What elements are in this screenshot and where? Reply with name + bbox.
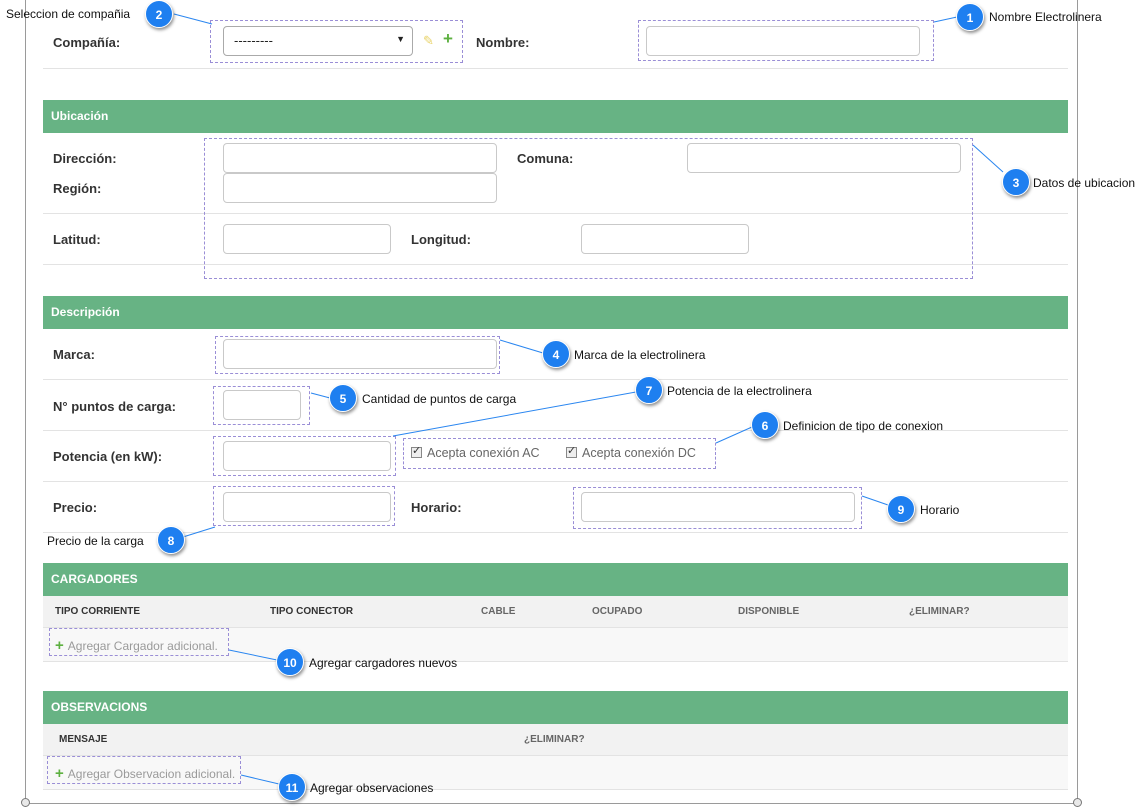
callout-badge-11: 11 — [278, 773, 306, 801]
callout-text-10: Agregar cargadores nuevos — [309, 656, 458, 670]
description-section-header: Descripción — [43, 296, 1068, 329]
charge-points-label: N° puntos de carga: — [53, 399, 176, 414]
callout-text-8: Precio de la carga — [47, 534, 144, 548]
highlight-company — [210, 20, 463, 63]
callout-text-4: Marca de la electrolinera — [574, 348, 706, 362]
location-section-header: Ubicación — [43, 100, 1068, 133]
highlight-brand — [215, 336, 500, 374]
divider — [43, 379, 1068, 380]
callout-text-9: Horario — [920, 503, 960, 517]
chargers-section-header: CARGADORES — [43, 563, 1068, 596]
callout-text-1: Nombre Electrolinera — [989, 10, 1102, 24]
highlight-connection — [403, 438, 716, 469]
column-header: ¿ELIMINAR? — [909, 606, 970, 617]
column-header: DISPONIBLE — [738, 606, 800, 617]
power-label: Potencia (en kW): — [53, 449, 163, 464]
observations-section-header: OBSERVACIONS — [43, 691, 1068, 724]
callout-text-11: Agregar observaciones — [310, 781, 434, 795]
callout-badge-9: 9 — [887, 495, 915, 523]
callout-badge-5: 5 — [329, 384, 357, 412]
price-label: Precio: — [53, 500, 98, 515]
chargers-table-header: TIPO CORRIENTE TIPO CONECTOR CABLE OCUPA… — [43, 596, 1068, 628]
callout-text-3: Datos de ubicacion — [1033, 176, 1136, 190]
latitude-label: Latitud: — [53, 232, 101, 247]
highlight-name — [638, 20, 934, 61]
highlight-points — [213, 386, 310, 425]
callout-badge-4: 4 — [542, 340, 570, 368]
divider — [43, 481, 1068, 482]
column-header: OCUPADO — [592, 606, 643, 617]
callout-badge-6: 6 — [751, 411, 779, 439]
divider — [43, 68, 1068, 69]
callout-text-6: Definicion de tipo de conexion — [783, 419, 944, 433]
observations-table-header: MENSAJE ¿ELIMINAR? — [43, 724, 1068, 756]
column-header: MENSAJE — [59, 734, 108, 745]
callout-badge-1: 1 — [956, 3, 984, 31]
column-header: TIPO CORRIENTE — [55, 606, 141, 617]
highlight-price — [213, 486, 395, 526]
divider — [43, 532, 1068, 533]
column-header: ¿ELIMINAR? — [524, 734, 585, 745]
callout-badge-2: 2 — [145, 0, 173, 28]
schedule-label: Horario: — [411, 500, 462, 515]
callout-text-5: Cantidad de puntos de carga — [362, 392, 517, 406]
brand-label: Marca: — [53, 347, 95, 362]
column-header: CABLE — [481, 606, 516, 617]
column-header: TIPO CONECTOR — [270, 606, 354, 617]
highlight-add-observation — [47, 756, 241, 784]
address-label: Dirección: — [53, 151, 117, 166]
region-label: Región: — [53, 181, 102, 196]
company-label: Compañía: — [53, 35, 121, 50]
callout-text-2: Seleccion de compañia — [6, 7, 131, 21]
highlight-power — [213, 436, 396, 476]
callout-badge-7: 7 — [635, 376, 663, 404]
highlight-schedule — [573, 487, 862, 529]
highlight-add-charger — [49, 628, 229, 656]
callout-badge-8: 8 — [157, 526, 185, 554]
name-label: Nombre: — [476, 35, 530, 50]
callout-text-7: Potencia de la electrolinera — [667, 384, 812, 398]
callout-badge-3: 3 — [1002, 168, 1030, 196]
callout-badge-10: 10 — [276, 648, 304, 676]
highlight-location — [204, 138, 973, 279]
